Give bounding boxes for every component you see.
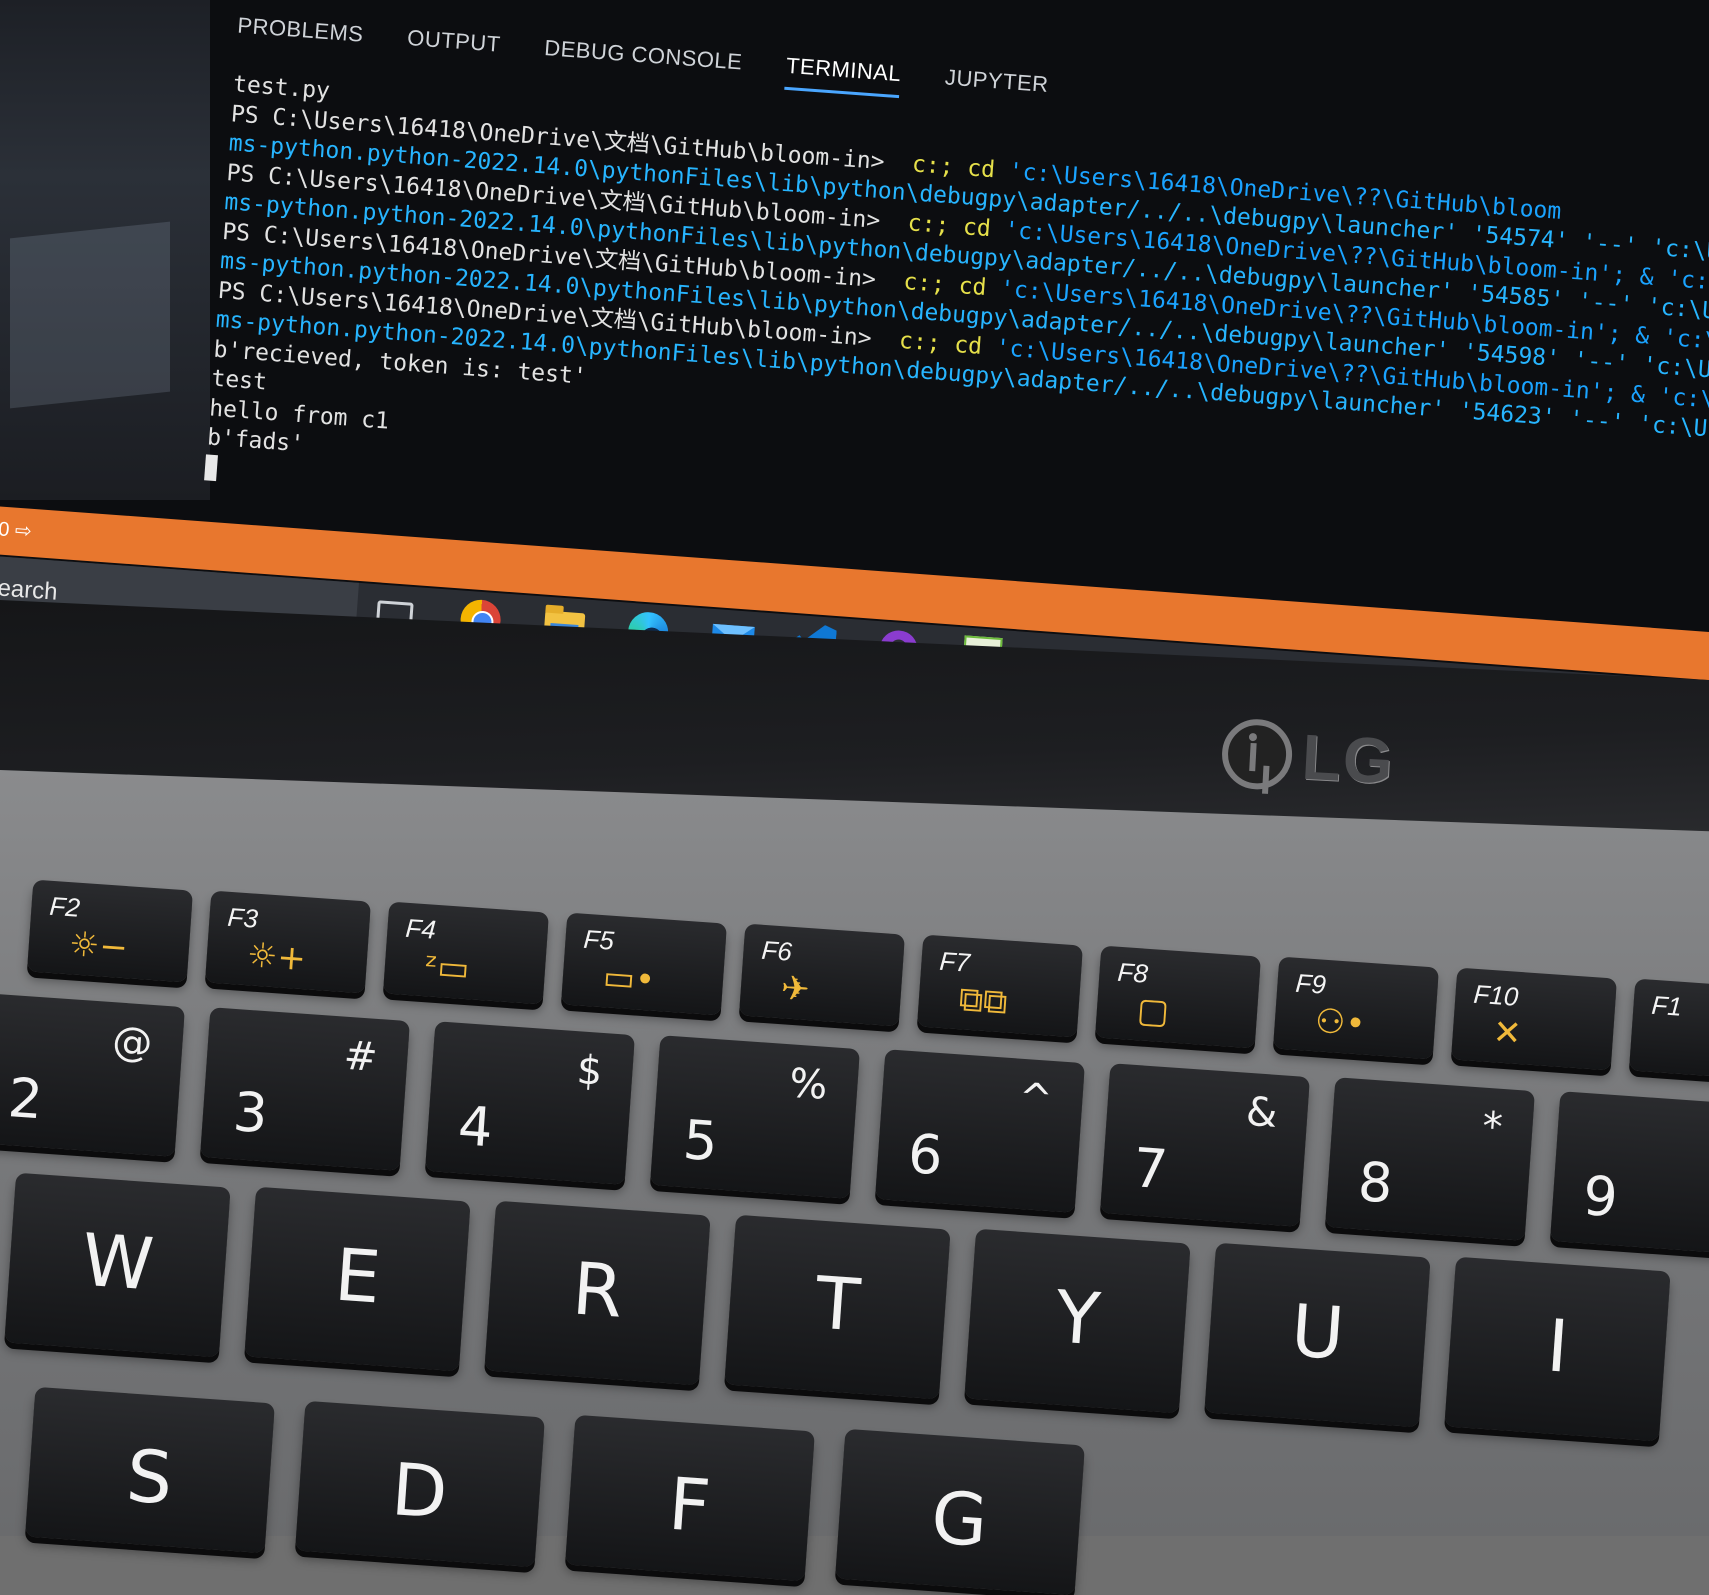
key-letter: S	[123, 1433, 176, 1521]
fkey-label: F4	[404, 912, 437, 945]
key-f[interactable]: F	[565, 1414, 815, 1582]
key-letter: U	[1288, 1288, 1347, 1376]
key-y[interactable]: Y	[964, 1228, 1191, 1414]
key-3[interactable]: #3	[200, 1007, 410, 1171]
fkey-label: F8	[1116, 956, 1149, 989]
tab-problems[interactable]: PROBLEMS	[236, 13, 365, 59]
key-number: 7	[1131, 1136, 1170, 1202]
key-shift-symbol: @	[110, 1018, 154, 1067]
key-s[interactable]: S	[25, 1386, 275, 1554]
fkey-function-icon: ᶻ▭	[423, 946, 471, 990]
lg-logo-icon	[1220, 717, 1294, 792]
tab-jupyter[interactable]: JUPYTER	[943, 64, 1049, 108]
fkey-label: F1	[1650, 989, 1683, 1022]
terminal-output[interactable]: test.py PS C:\Users\16418\OneDrive\文档\Git…	[204, 70, 1709, 603]
key-shift-symbol: &	[1244, 1088, 1279, 1137]
fkey-function-icon: ✕	[1491, 1012, 1523, 1055]
key-f10[interactable]: F10 ✕	[1450, 967, 1618, 1071]
key-letter: W	[79, 1217, 157, 1307]
key-number: 3	[231, 1080, 270, 1146]
fkey-label: F2	[48, 890, 81, 923]
fkey-function-icon: ⚇•	[1313, 1001, 1367, 1045]
status-bar-left[interactable]: 0 ⇨	[0, 516, 33, 543]
key-u[interactable]: U	[1204, 1242, 1431, 1428]
key-letter: I	[1544, 1303, 1572, 1389]
fkey-function-icon: ☼−	[67, 924, 130, 969]
key-f3[interactable]: F3 ☼+	[204, 890, 372, 994]
fkey-function-icon: ▭•	[601, 957, 657, 1001]
key-8[interactable]: * 8	[1325, 1077, 1535, 1241]
terminal-text: test.py	[232, 71, 331, 105]
fkey-label: F6	[760, 934, 793, 967]
key-d[interactable]: D	[295, 1400, 545, 1568]
screen-glare	[10, 221, 170, 409]
fkey-function-icon: ✈	[779, 968, 811, 1011]
key-7[interactable]: & 7	[1100, 1063, 1310, 1227]
key-letter: R	[569, 1246, 626, 1334]
key-i[interactable]: I	[1444, 1256, 1671, 1442]
key-f7[interactable]: F7 ⧉⧉	[916, 934, 1084, 1038]
terminal-text: b'fads'	[206, 424, 305, 458]
fkey-function-icon: ▢	[1135, 990, 1171, 1033]
key-f6[interactable]: F6 ✈	[738, 923, 906, 1027]
key-2[interactable]: @2	[0, 993, 185, 1157]
fkey-function-icon: ⧉⧉	[957, 979, 1009, 1023]
key-w[interactable]: W	[4, 1172, 231, 1358]
tab-output[interactable]: OUTPUT	[406, 25, 501, 69]
key-letter: D	[388, 1447, 451, 1535]
fkey-label: F10	[1472, 978, 1520, 1012]
key-e[interactable]: E	[244, 1186, 471, 1372]
terminal-text: test	[210, 365, 268, 396]
key-number: 2	[6, 1066, 45, 1132]
key-f9[interactable]: F9 ⚇•	[1272, 956, 1440, 1060]
key-f2[interactable]: F2 ☼−	[26, 879, 194, 983]
key-number: 5	[681, 1108, 720, 1174]
key-5[interactable]: % 5	[650, 1035, 860, 1199]
key-f4[interactable]: F4 ᶻ▭	[382, 901, 550, 1005]
key-number: 4	[456, 1094, 495, 1160]
key-t[interactable]: T	[724, 1214, 951, 1400]
key-shift-symbol: $	[575, 1047, 604, 1095]
fkey-label: F5	[582, 923, 615, 956]
key-letter: E	[332, 1232, 384, 1320]
key-r[interactable]: R	[484, 1200, 711, 1386]
key-shift-symbol: ^	[1017, 1074, 1054, 1123]
tab-debug-console[interactable]: DEBUG CONSOLE	[543, 35, 744, 86]
key-4[interactable]: $4	[425, 1021, 635, 1185]
key-letter: T	[812, 1260, 863, 1348]
key-number: 8	[1356, 1150, 1395, 1216]
tab-terminal[interactable]: TERMINAL	[784, 52, 903, 99]
fkey-label: F9	[1294, 967, 1327, 1000]
key-9[interactable]: (9	[1550, 1091, 1709, 1255]
fkey-label: F7	[938, 945, 971, 978]
key-f1[interactable]: F1	[1628, 978, 1709, 1082]
fkey-label: F3	[226, 901, 259, 934]
key-letter: Y	[1052, 1274, 1103, 1362]
key-shift-symbol: #	[342, 1032, 379, 1081]
key-f8[interactable]: F8 ▢	[1094, 945, 1262, 1049]
key-number: 9	[1581, 1164, 1620, 1230]
key-6[interactable]: ^ 6	[875, 1049, 1085, 1213]
logo-text: LG	[1300, 720, 1397, 798]
terminal-cursor	[204, 454, 218, 482]
key-letter: G	[928, 1475, 991, 1563]
key-shift-symbol: %	[787, 1060, 829, 1109]
key-number: 6	[906, 1122, 945, 1188]
brand-logo: LG	[1220, 716, 1397, 799]
fkey-function-icon: ☼+	[245, 935, 308, 980]
key-g[interactable]: G	[835, 1428, 1085, 1595]
key-f5[interactable]: F5 ▭•	[560, 912, 728, 1016]
key-shift-symbol: *	[1480, 1103, 1504, 1151]
key-letter: F	[665, 1461, 714, 1549]
